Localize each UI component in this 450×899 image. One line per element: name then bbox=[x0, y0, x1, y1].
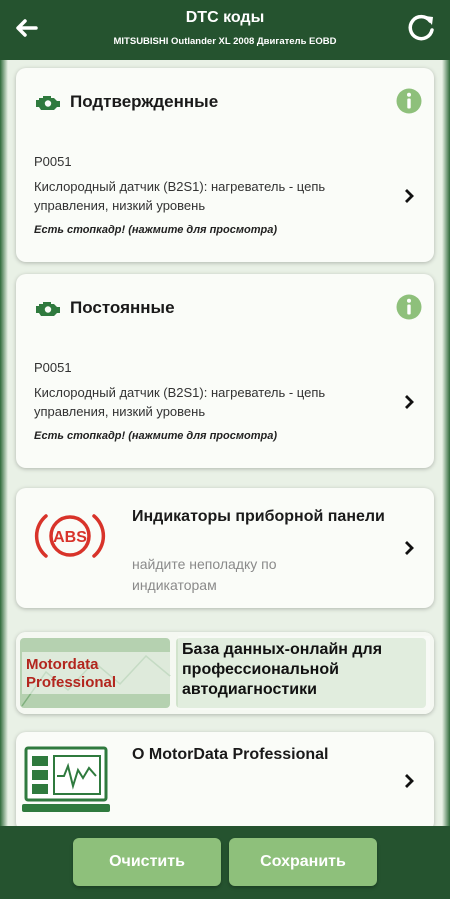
engine-icon bbox=[36, 96, 60, 110]
banner-brand: Motordata Professional bbox=[26, 656, 117, 691]
dtc-description: Кислородный датчик (B2S1): нагреватель -… bbox=[34, 385, 326, 419]
abs-warning-icon: ABS bbox=[34, 514, 106, 558]
card-title: О MotorData Professional bbox=[132, 746, 329, 763]
bottom-bar: Очистить Сохранить bbox=[0, 826, 450, 899]
card-title: Подтвержденные bbox=[70, 92, 219, 111]
dashboard-indicators-card[interactable]: ABS Индикаторы приборной панели найдите … bbox=[16, 488, 434, 608]
dtc-description: Кислородный датчик (B2S1): нагреватель -… bbox=[34, 179, 326, 213]
card-header: Постоянные bbox=[34, 296, 175, 320]
engine-icon bbox=[36, 302, 60, 316]
page-title: DTC коды bbox=[185, 9, 265, 26]
motordata-banner[interactable]: Motordata Professional База данных-онлай… bbox=[16, 632, 434, 714]
info-icon[interactable] bbox=[396, 294, 422, 320]
confirmed-dtc-card[interactable]: Подтвержденные P0051 Кислородный датчик … bbox=[16, 68, 434, 262]
chevron-right-icon bbox=[405, 541, 414, 555]
about-card[interactable]: О MotorData Professional bbox=[16, 732, 434, 832]
app-header: DTC коды MITSUBISHI Outlander XL 2008 Дв… bbox=[0, 0, 450, 60]
dtc-code: P0051 bbox=[34, 154, 72, 169]
freeze-frame-link[interactable]: Есть стопкадр! (нажмите для просмотра) bbox=[34, 224, 277, 236]
permanent-dtc-card[interactable]: Постоянные P0051 Кислородный датчик (B2S… bbox=[16, 274, 434, 468]
info-icon[interactable] bbox=[396, 88, 422, 114]
card-subtitle: найдите неполадку по индикаторам bbox=[132, 556, 277, 593]
chevron-right-icon bbox=[405, 189, 414, 203]
save-button[interactable]: Сохранить bbox=[229, 838, 377, 886]
dtc-code: P0051 bbox=[34, 360, 72, 375]
card-title: Индикаторы приборной панели bbox=[132, 508, 385, 525]
abs-icon-label: ABS bbox=[53, 529, 87, 546]
card-header: Подтвержденные bbox=[34, 90, 218, 114]
chevron-right-icon bbox=[405, 395, 414, 409]
content-area: Подтвержденные P0051 Кислородный датчик … bbox=[0, 60, 450, 832]
clear-button[interactable]: Очистить bbox=[73, 838, 221, 886]
chevron-right-icon bbox=[405, 774, 414, 788]
refresh-icon[interactable] bbox=[406, 12, 438, 44]
vehicle-subtitle: MITSUBISHI Outlander XL 2008 Двигатель E… bbox=[113, 36, 337, 47]
card-title: Постоянные bbox=[70, 298, 175, 317]
banner-text: База данных-онлайн для профессиональной … bbox=[182, 641, 383, 698]
freeze-frame-link[interactable]: Есть стопкадр! (нажмите для просмотра) bbox=[34, 430, 277, 442]
monitor-diagnostics-icon bbox=[22, 746, 110, 812]
